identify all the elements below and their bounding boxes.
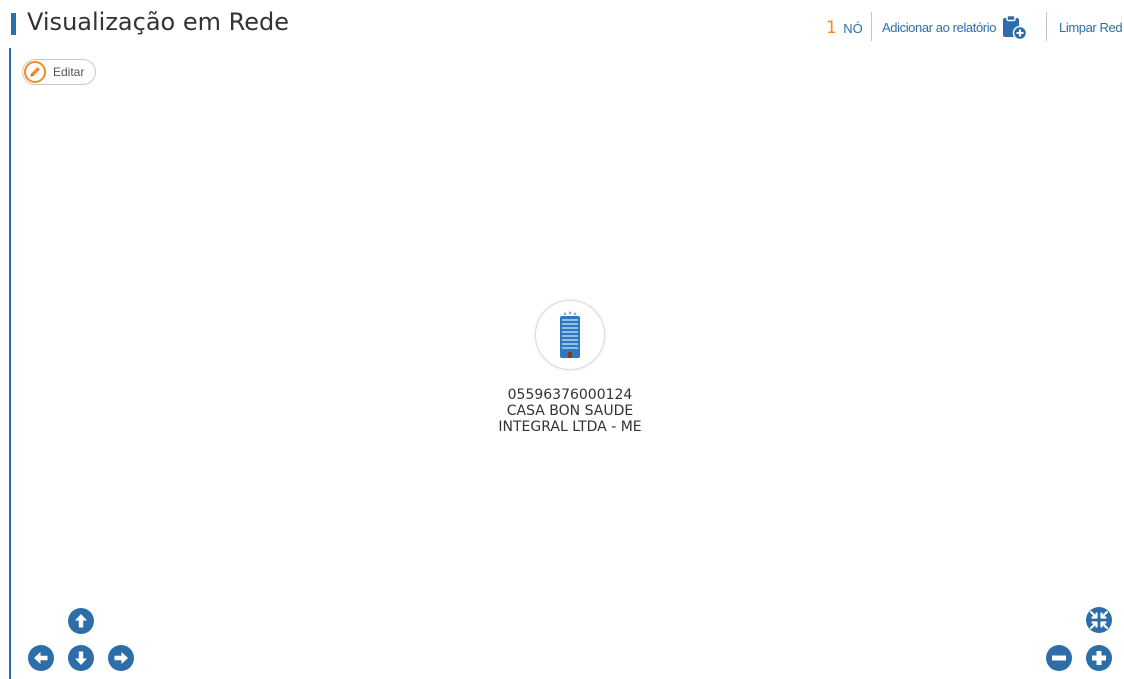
pencil-icon (24, 61, 46, 83)
zoom-out-button[interactable] (1046, 645, 1072, 671)
node-label: 05596376000124 CASA BON SAUDE INTEGRAL L… (420, 387, 720, 435)
page-title: Visualização em Rede (27, 8, 289, 36)
node-count-number: 1 (826, 18, 837, 38)
node-count: 1 NÓ (826, 18, 863, 38)
pan-right-button[interactable] (108, 645, 134, 671)
node-label-name-line1: CASA BON SAUDE (506, 403, 634, 419)
pan-up-button[interactable] (68, 608, 94, 634)
add-to-report-button[interactable]: Adicionar ao relatório (882, 13, 1028, 41)
zoom-in-button[interactable] (1086, 645, 1112, 671)
header-divider (1046, 12, 1047, 41)
node-label-id: 05596376000124 (507, 387, 633, 403)
edit-label: Editar (53, 65, 85, 79)
clipboard-add-icon (1003, 14, 1028, 40)
add-to-report-label: Adicionar ao relatório (882, 19, 997, 35)
pan-left-button[interactable] (28, 645, 54, 671)
node-label-name-line2: INTEGRAL LTDA - ME (498, 419, 642, 435)
header-divider (871, 12, 872, 41)
fit-to-screen-button[interactable] (1086, 607, 1112, 633)
edit-button[interactable]: Editar (22, 59, 96, 85)
building-icon (560, 311, 580, 358)
network-view-page: Visualização em Rede 1 NÓ Adicionar ao r… (0, 0, 1124, 679)
network-node[interactable] (535, 300, 605, 370)
pan-down-button[interactable] (68, 645, 94, 671)
title-accent-bar (11, 13, 16, 35)
network-canvas[interactable]: Editar 05596376000124 CASA BON SAUDE INT… (9, 48, 1124, 679)
page-header: Visualização em Rede 1 NÓ Adicionar ao r… (0, 0, 1124, 48)
clear-network-button[interactable]: Limpar Red (1059, 20, 1123, 35)
node-count-label: NÓ (843, 21, 863, 36)
